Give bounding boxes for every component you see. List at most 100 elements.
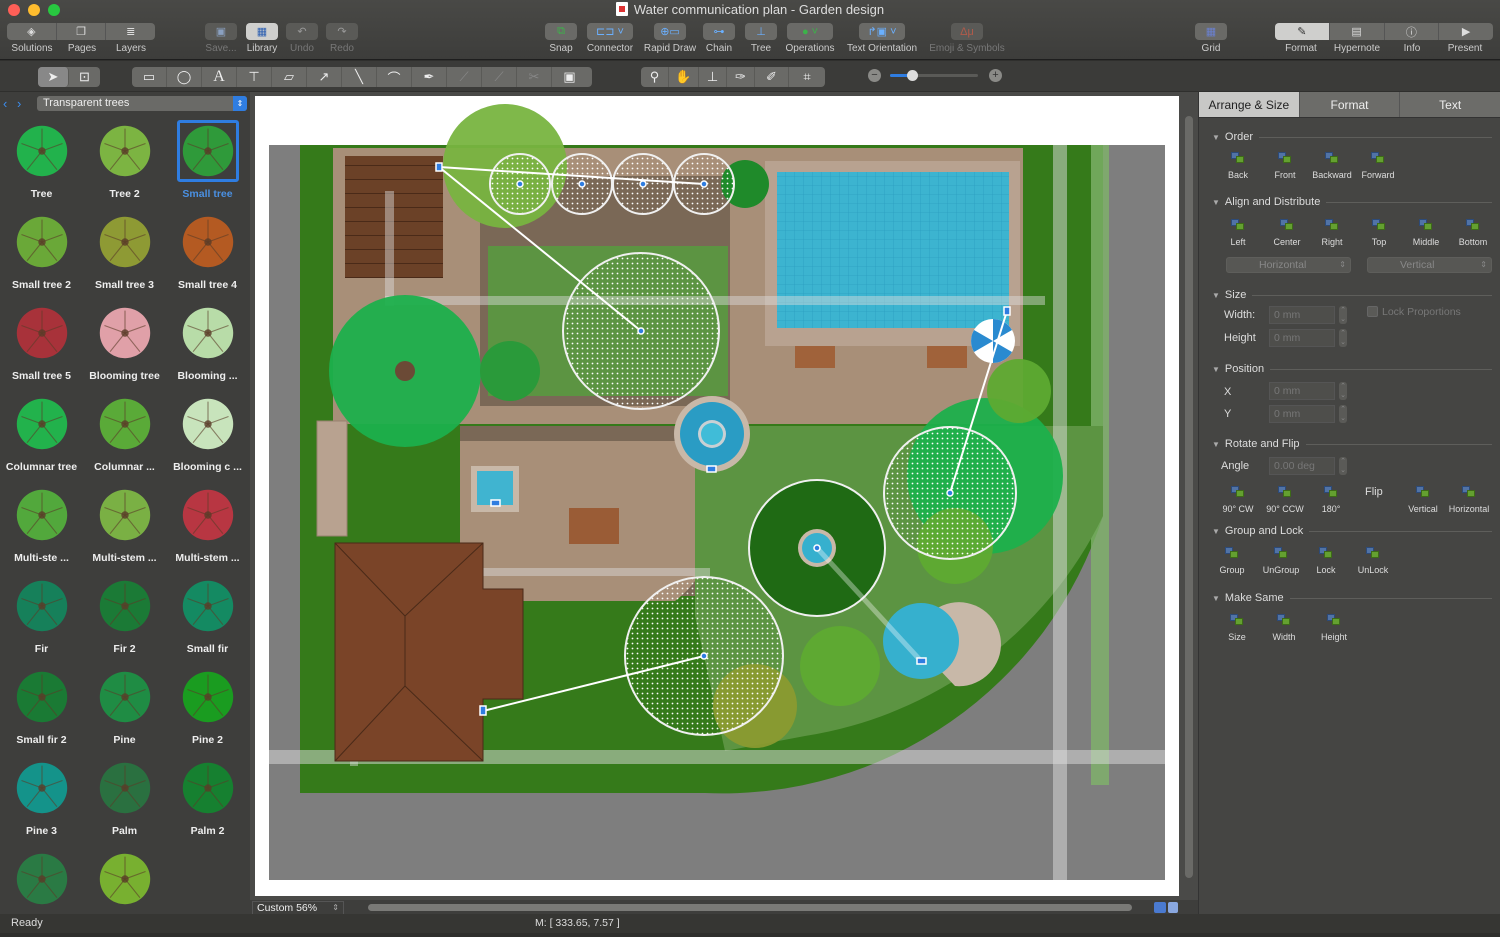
group-lock-button[interactable]: Lock [1301, 547, 1351, 575]
tab-text[interactable]: Text [1400, 92, 1500, 117]
rotate-section-header[interactable]: ▼ Rotate and Flip [1212, 438, 1492, 450]
vertical-scrollbar[interactable] [1185, 116, 1193, 878]
lock-proportions-checkbox[interactable] [1367, 306, 1378, 317]
distribute-horizontal-select[interactable]: Horizontal ⇕ [1226, 257, 1351, 273]
library-item[interactable]: Columnar tree [0, 391, 83, 482]
align-right-button[interactable]: Right [1307, 219, 1357, 247]
grid-button[interactable]: ▦ Grid [1195, 23, 1227, 54]
distribute-vertical-select[interactable]: Vertical ⇕ [1367, 257, 1492, 273]
library-item[interactable]: Multi-stem ... [166, 482, 249, 573]
make-same-width-button[interactable]: Width [1259, 614, 1309, 642]
page-view-toggle[interactable] [1154, 902, 1166, 913]
align-top-button[interactable]: Top [1354, 219, 1404, 247]
layers-button[interactable]: ≣ [106, 23, 155, 40]
stamp-tool[interactable]: ⊥ [699, 67, 727, 87]
crop-tool[interactable]: ⌗ [789, 67, 825, 87]
delete-point-tool[interactable]: ✂ [517, 67, 552, 87]
group-group-button[interactable]: Group [1207, 547, 1257, 575]
library-item[interactable]: Small fir 2 [0, 664, 83, 755]
page-settings-toggle[interactable] [1168, 902, 1178, 913]
text-block-tool[interactable]: ⊤ [237, 67, 272, 87]
make-same-height-button[interactable]: Height [1309, 614, 1359, 642]
y-stepper[interactable]: ⌃ ⌄ [1339, 405, 1347, 423]
width-field[interactable]: 0 mm [1269, 306, 1335, 324]
rotate-180-button[interactable]: 180° [1306, 486, 1356, 514]
angle-field[interactable]: 0.00 deg [1269, 457, 1335, 475]
library-item[interactable]: Pine 3 [0, 755, 83, 846]
callout-tool[interactable]: ▱ [272, 67, 307, 87]
height-field[interactable]: 0 mm [1269, 329, 1335, 347]
hypernote-button[interactable]: ▤ [1330, 23, 1385, 40]
library-item[interactable]: Small fir [166, 573, 249, 664]
size-section-header[interactable]: ▼ Size [1212, 289, 1492, 301]
group-ungroup-button[interactable]: UnGroup [1256, 547, 1306, 575]
order-back-button[interactable]: Back [1213, 152, 1263, 180]
library-item[interactable]: Small tree 3 [83, 209, 166, 300]
operations-button[interactable]: ● ˅ Operations [782, 23, 838, 54]
zoom-out-button[interactable]: − [868, 69, 881, 82]
x-field[interactable]: 0 mm [1269, 382, 1335, 400]
library-item[interactable]: Blooming ... [166, 300, 249, 391]
library-back-button[interactable]: ‹ [3, 96, 17, 111]
library-item[interactable]: Columnar ... [83, 391, 166, 482]
library-item[interactable]: Fir 2 [83, 573, 166, 664]
ellipse-tool[interactable]: ◯ [167, 67, 202, 87]
connector-button[interactable]: ⊏⊐ ˅ Connector [584, 23, 636, 54]
zoom-slider-knob[interactable] [907, 70, 918, 81]
make-same-section-header[interactable]: ▼ Make Same [1212, 592, 1492, 604]
pen-tool[interactable]: ✒ [412, 67, 447, 87]
library-item[interactable]: Palm 2 [166, 755, 249, 846]
rapid-draw-button[interactable]: ⊕▭ Rapid Draw [641, 23, 699, 54]
pointer-tool[interactable]: ➤ [38, 67, 69, 87]
x-stepper[interactable]: ⌃ ⌄ [1339, 382, 1347, 400]
flip-horizontal-button[interactable]: Horizontal [1444, 486, 1494, 514]
library-item[interactable]: Small tree 4 [166, 209, 249, 300]
library-forward-button[interactable]: › [17, 96, 31, 111]
library-item[interactable]: Small tree 5 [0, 300, 83, 391]
order-section-header[interactable]: ▼ Order [1212, 131, 1492, 143]
align-center-button[interactable]: Center [1262, 219, 1312, 247]
library-item[interactable]: Small tree [166, 118, 249, 209]
rotate-90-ccw-button[interactable]: 90° CCW [1260, 486, 1310, 514]
add-point-tool[interactable]: ⟋ [482, 67, 517, 87]
zoom-slider[interactable]: − + [868, 67, 1008, 83]
y-field[interactable]: 0 mm [1269, 405, 1335, 423]
text-select-tool[interactable]: ⊡ [69, 67, 100, 87]
format-painter-tool[interactable]: ✐ [755, 67, 789, 87]
flip-vertical-button[interactable]: Vertical [1398, 486, 1448, 514]
group-section-header[interactable]: ▼ Group and Lock [1212, 525, 1492, 537]
position-section-header[interactable]: ▼ Position [1212, 363, 1492, 375]
tab-arrange-size[interactable]: Arrange & Size [1199, 92, 1300, 117]
arc-tool[interactable]: ⌒ [377, 67, 412, 87]
eyedropper-tool[interactable]: ✑ [727, 67, 755, 87]
library-item[interactable]: Palm [83, 755, 166, 846]
height-stepper[interactable]: ⌃ ⌄ [1339, 329, 1347, 347]
align-section-header[interactable]: ▼ Align and Distribute [1212, 196, 1492, 208]
drawing-page[interactable] [255, 96, 1179, 896]
library-selector[interactable]: Transparent trees ⇕ [37, 95, 247, 111]
zoom-level-select[interactable]: Custom 56% ⇕ [252, 901, 344, 915]
library-item[interactable]: Multi-ste ... [0, 482, 83, 573]
pages-button[interactable]: ❐ [57, 23, 107, 40]
arrow-line-tool[interactable]: ↗ [307, 67, 342, 87]
order-backward-button[interactable]: Backward [1307, 152, 1357, 180]
align-bottom-button[interactable]: Bottom [1448, 219, 1498, 247]
format-panel-button[interactable]: ✎ [1275, 23, 1330, 40]
tab-format[interactable]: Format [1299, 92, 1401, 117]
horizontal-scrollbar[interactable] [368, 904, 1132, 911]
snap-button[interactable]: ⧉ Snap [543, 23, 579, 54]
library-item[interactable]: Fir [0, 573, 83, 664]
pan-tool[interactable]: ✋ [669, 67, 699, 87]
text-orientation-button[interactable]: ↱▣ ˅ Text Orientation [842, 23, 922, 54]
edit-points-tool[interactable]: ⟋ [447, 67, 482, 87]
save-button[interactable]: ▣ Save... [202, 23, 240, 54]
library-item[interactable]: Pine 2 [166, 664, 249, 755]
redo-button[interactable]: ↷ Redo [324, 23, 360, 54]
library-item[interactable]: Small tree 2 [0, 209, 83, 300]
align-left-button[interactable]: Left [1213, 219, 1263, 247]
rectangle-tool[interactable]: ▭ [132, 67, 167, 87]
zoom-tool[interactable]: ⚲ [641, 67, 669, 87]
text-tool[interactable]: A [202, 67, 237, 87]
width-stepper[interactable]: ⌃ ⌄ [1339, 306, 1347, 324]
align-middle-button[interactable]: Middle [1401, 219, 1451, 247]
